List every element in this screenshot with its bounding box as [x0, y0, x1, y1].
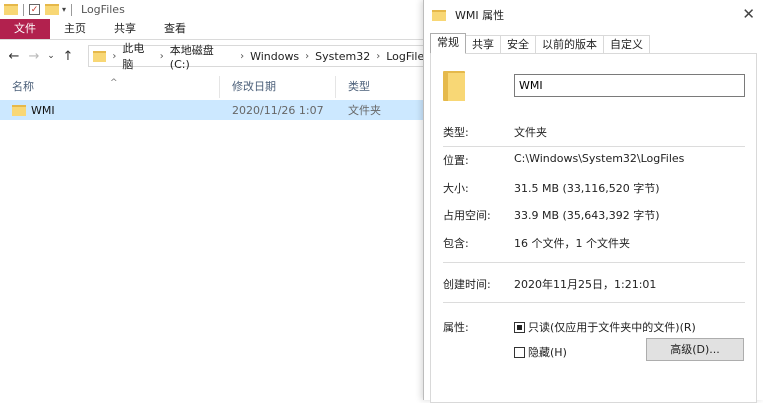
column-header-modified[interactable]: 修改日期 [220, 76, 336, 98]
ribbon-tabs: 文件 主页 共享 查看 [0, 19, 430, 40]
folder-icon [12, 104, 26, 116]
breadcrumb-chevron-icon: › [376, 50, 381, 62]
column-header-type[interactable]: 类型 [336, 76, 430, 98]
breadcrumb-chevron-icon: › [305, 50, 310, 62]
location-label: 位置: [443, 154, 469, 167]
recent-locations-chevron-icon[interactable]: ⌄ [44, 51, 58, 61]
general-tab-panel: WMI 类型: 文件夹 位置: C:\Windows\System32\LogF… [430, 53, 757, 403]
dialog-tabs: 常规 共享 安全 以前的版本 自定义 [430, 33, 650, 54]
disk-size-value: 33.9 MB (35,643,392 字节) [514, 209, 660, 222]
folder-name-input[interactable]: WMI [514, 74, 745, 97]
readonly-checkbox[interactable]: 只读(仅应用于文件夹中的文件)(R) [514, 319, 696, 335]
dialog-titlebar[interactable]: WMI 属性 ✕ [424, 0, 763, 30]
breadcrumb-chevron-icon: › [159, 50, 164, 62]
size-value: 31.5 MB (33,116,520 字节) [514, 182, 660, 195]
ribbon-tab-file[interactable]: 文件 [0, 19, 50, 39]
folder-icon [432, 9, 446, 21]
file-type-cell: 文件夹 [348, 104, 381, 117]
ribbon-tab-view[interactable]: 查看 [150, 19, 200, 39]
tab-previous-versions[interactable]: 以前的版本 [535, 35, 604, 53]
folder-icon [93, 50, 107, 62]
navigation-bar: ← → ⌄ ↑ › 此电脑 › 本地磁盘 (C:) › Windows › Sy… [0, 42, 430, 71]
disk-size-label: 占用空间: [443, 209, 491, 222]
file-explorer-window: ✓ ▾ LogFiles 文件 主页 共享 查看 ← → ⌄ ↑ › 此电脑 ›… [0, 0, 430, 400]
hidden-checkbox[interactable]: 隐藏(H) [514, 344, 567, 360]
type-label: 类型: [443, 126, 469, 139]
checkbox-indeterminate-icon [514, 321, 525, 333]
column-headers: 名称 ^ 修改日期 类型 [0, 76, 430, 98]
hidden-label: 隐藏(H) [528, 346, 567, 359]
divider [443, 146, 745, 147]
breadcrumb-system32[interactable]: System32 [315, 50, 370, 63]
address-bar[interactable]: › 此电脑 › 本地磁盘 (C:) › Windows › System32 ›… [88, 42, 430, 71]
advanced-button[interactable]: 高级(D)... [646, 338, 744, 361]
column-header-name[interactable]: 名称 ^ [0, 76, 220, 98]
back-arrow-icon[interactable]: ← [4, 49, 24, 64]
created-value: 2020年11月25日，1:21:01 [514, 278, 657, 291]
created-label: 创建时间: [443, 278, 491, 291]
file-name-cell: WMI [0, 104, 220, 117]
toolbar-separator [23, 3, 24, 16]
tab-general[interactable]: 常规 [430, 33, 466, 54]
tab-customize[interactable]: 自定义 [603, 35, 650, 53]
type-value: 文件夹 [514, 126, 547, 139]
new-folder-icon[interactable] [45, 4, 59, 15]
location-value: C:\Windows\System32\LogFiles [514, 152, 685, 165]
folder-icon [443, 71, 465, 101]
contains-label: 包含: [443, 237, 469, 250]
divider [443, 262, 745, 263]
up-arrow-icon[interactable]: ↑ [58, 49, 78, 64]
breadcrumb-chevron-icon: › [240, 50, 245, 62]
breadcrumb-chevron-icon: › [112, 50, 117, 62]
ribbon-tab-share[interactable]: 共享 [100, 19, 150, 39]
file-list-row[interactable]: WMI 2020/11/26 1:07 文件夹 [0, 100, 430, 120]
properties-check-icon[interactable]: ✓ [29, 4, 40, 15]
file-modified-cell: 2020/11/26 1:07 [232, 103, 324, 117]
contains-value: 16 个文件，1 个文件夹 [514, 237, 630, 250]
close-icon[interactable]: ✕ [742, 5, 755, 23]
file-name: WMI [31, 103, 55, 117]
dialog-title: WMI 属性 [455, 9, 505, 22]
window-title: LogFiles [81, 3, 125, 16]
breadcrumb-local-disk[interactable]: 本地磁盘 (C:) [170, 42, 234, 71]
toolbar-separator [71, 3, 73, 16]
breadcrumb-windows[interactable]: Windows [250, 50, 299, 63]
forward-arrow-icon[interactable]: → [24, 49, 44, 64]
divider [443, 302, 745, 303]
sort-up-icon: ^ [110, 78, 118, 88]
attributes-label: 属性: [443, 321, 469, 334]
tab-security[interactable]: 安全 [500, 35, 536, 53]
customize-toolbar-icon[interactable]: ▾ [62, 5, 66, 14]
tab-sharing[interactable]: 共享 [465, 35, 501, 53]
quick-access-toolbar: ✓ ▾ LogFiles [0, 0, 430, 19]
ribbon-tab-home[interactable]: 主页 [50, 19, 100, 39]
size-label: 大小: [443, 182, 469, 195]
folder-icon [4, 4, 18, 15]
breadcrumb-this-pc[interactable]: 此电脑 [122, 40, 153, 72]
checkbox-unchecked-icon [514, 346, 525, 358]
properties-dialog: WMI 属性 ✕ 常规 共享 安全 以前的版本 自定义 WMI 类型: 文件夹 … [423, 0, 763, 403]
readonly-label: 只读(仅应用于文件夹中的文件)(R) [528, 321, 696, 334]
